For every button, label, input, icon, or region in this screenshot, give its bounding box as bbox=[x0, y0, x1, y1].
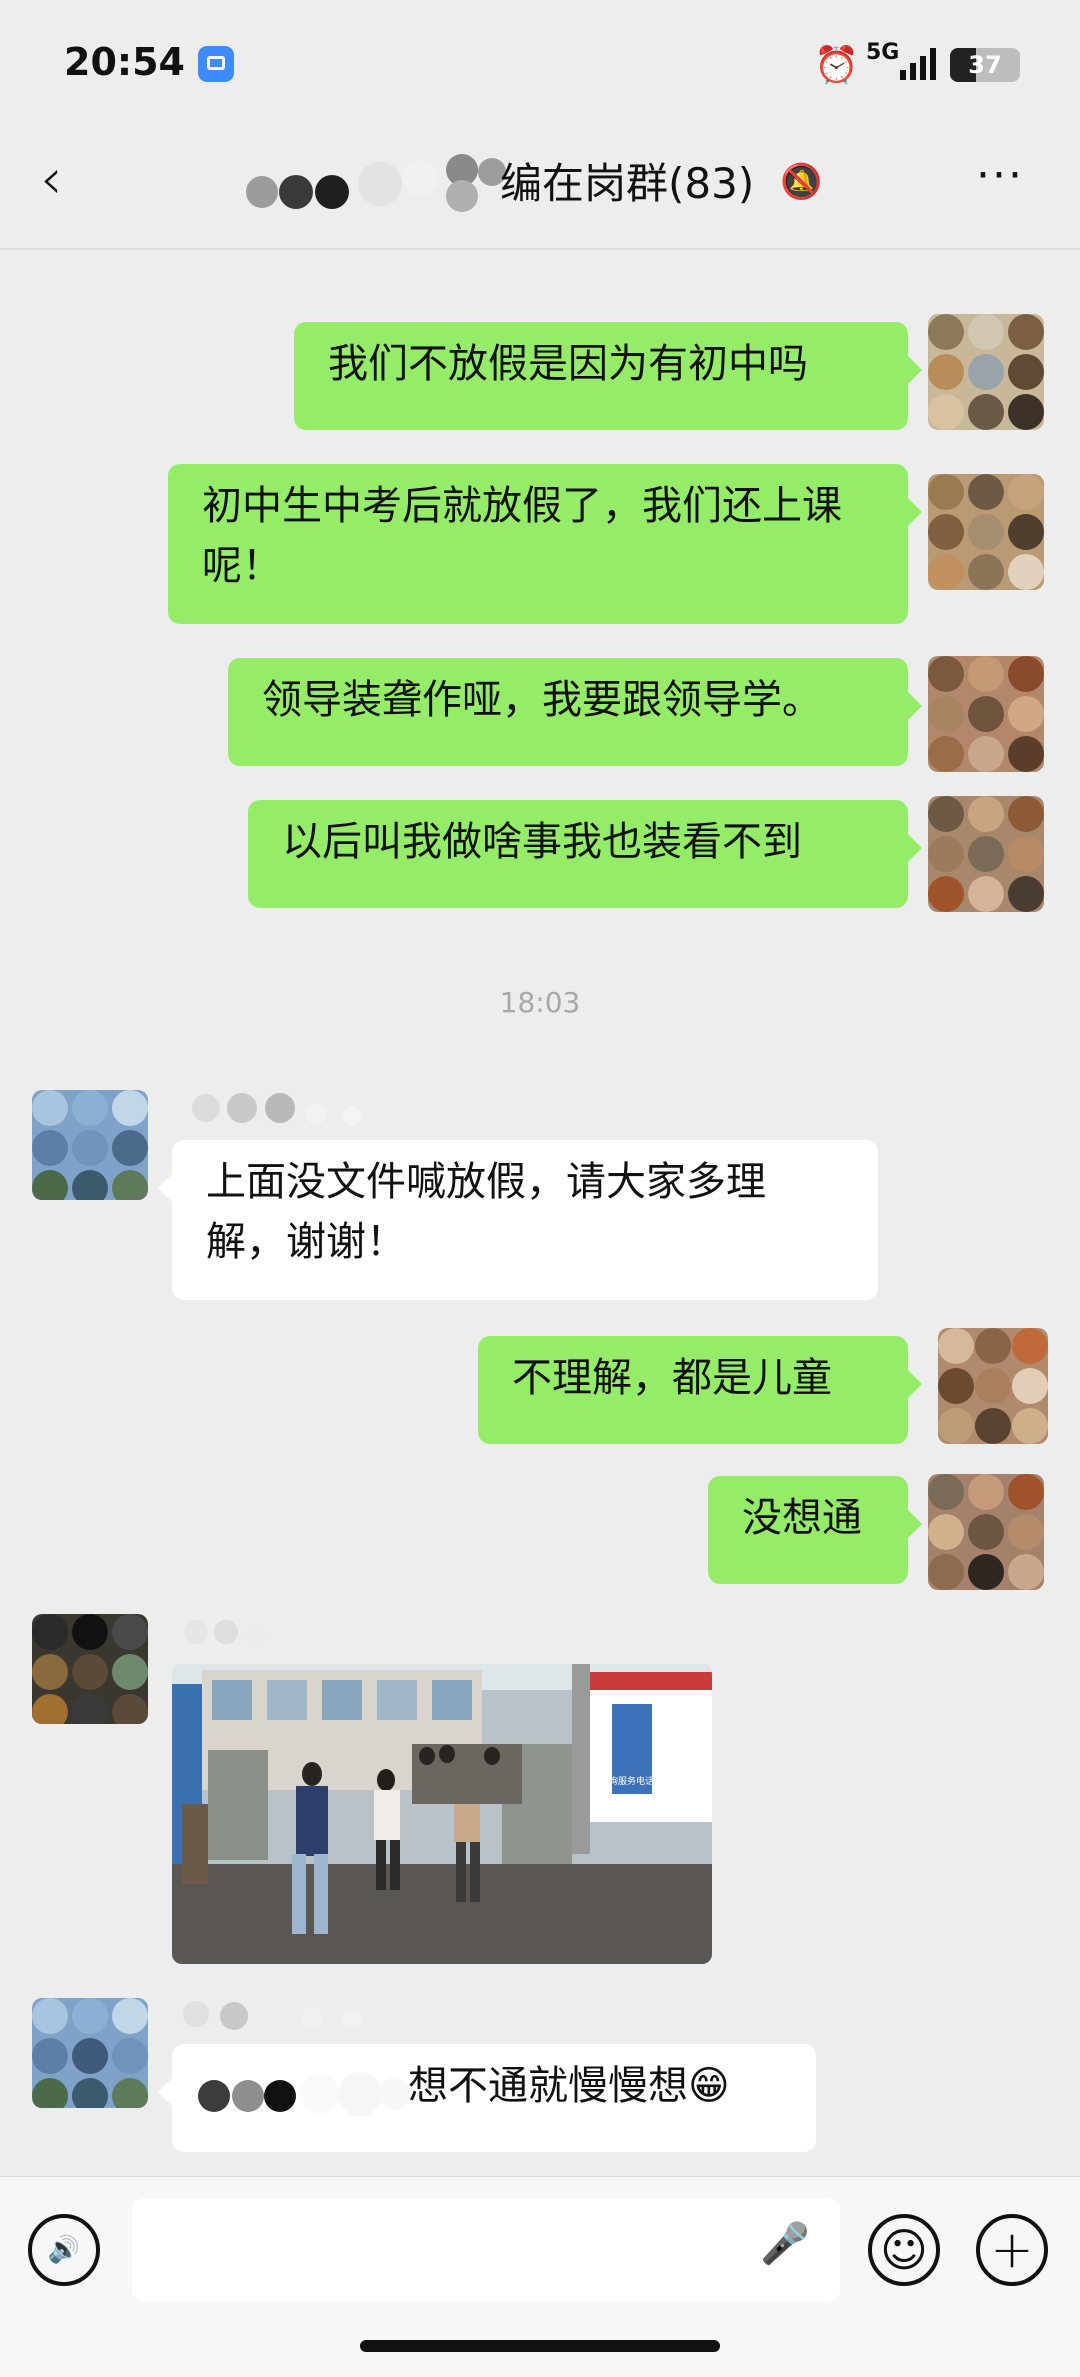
voice-icon: 🔊 bbox=[47, 2235, 81, 2265]
photo-sign-text: 咨询服务电话 bbox=[600, 1775, 654, 1787]
message-text: 上面没文件喊放假，请大家多理解，谢谢！ bbox=[206, 1159, 766, 1265]
my-avatar[interactable] bbox=[928, 474, 1044, 590]
mic-icon[interactable]: 🎤 bbox=[760, 2220, 810, 2267]
app-notification-icon bbox=[198, 46, 234, 82]
message-bubble-outgoing[interactable]: 领导装聋作哑，我要跟领导学。 bbox=[228, 658, 922, 766]
battery-level: 37 bbox=[968, 51, 1002, 79]
message-input[interactable] bbox=[132, 2198, 840, 2302]
message-bubble-incoming[interactable]: 想不通就慢慢想😁 bbox=[158, 2044, 816, 2152]
emoji-button[interactable]: ☺ bbox=[868, 2214, 940, 2286]
signal-icon bbox=[900, 48, 936, 80]
message-text: 想不通就慢慢想😁 bbox=[408, 2063, 730, 2109]
mute-icon: 🔕 bbox=[780, 162, 823, 202]
network-type: 5G bbox=[866, 40, 900, 65]
back-icon[interactable]: ‹ bbox=[40, 152, 62, 208]
redacted-sender-name bbox=[192, 1093, 361, 1125]
message-bubble-outgoing[interactable]: 以后叫我做啥事我也装看不到 bbox=[248, 800, 922, 908]
plus-icon: + bbox=[990, 2220, 1034, 2280]
message-text: 以后叫我做啥事我也装看不到 bbox=[282, 819, 802, 865]
message-bubble-outgoing[interactable]: 没想通 bbox=[708, 1476, 922, 1584]
message-text: 初中生中考后就放假了，我们还上课呢！ bbox=[202, 483, 842, 589]
redacted-sender-name bbox=[183, 2001, 362, 2030]
redacted-mention bbox=[198, 2072, 410, 2116]
message-bubble-outgoing[interactable]: 不理解，都是儿童 bbox=[478, 1336, 922, 1444]
message-text: 领导装聋作哑，我要跟领导学。 bbox=[262, 677, 822, 723]
home-indicator bbox=[360, 2340, 720, 2352]
status-time: 20:54 bbox=[64, 40, 185, 84]
shared-photo[interactable]: 咨询服务电话 bbox=[172, 1664, 712, 1964]
redacted-sender-name bbox=[184, 1620, 267, 1645]
redacted-group-name bbox=[246, 154, 506, 212]
more-actions-button[interactable]: + bbox=[976, 2214, 1048, 2286]
sender-avatar[interactable] bbox=[32, 1090, 148, 1200]
sender-avatar[interactable] bbox=[32, 1614, 148, 1724]
message-bubble-incoming[interactable]: 上面没文件喊放假，请大家多理解，谢谢！ bbox=[158, 1140, 878, 1300]
message-text: 我们不放假是因为有初中吗 bbox=[328, 341, 808, 387]
voice-mode-button[interactable]: 🔊 bbox=[28, 2214, 100, 2286]
battery-icon: 37 bbox=[950, 48, 1020, 82]
message-bubble-outgoing[interactable]: 我们不放假是因为有初中吗 bbox=[294, 322, 922, 430]
chat-title: 编在岗群(83) bbox=[500, 159, 755, 208]
message-text: 不理解，都是儿童 bbox=[512, 1355, 832, 1401]
my-avatar[interactable] bbox=[928, 796, 1044, 912]
my-avatar[interactable] bbox=[938, 1328, 1048, 1444]
alarm-icon: ⏰ bbox=[814, 45, 859, 86]
school-gate-image: 咨询服务电话 bbox=[172, 1664, 712, 1964]
chat-timestamp: 18:03 bbox=[499, 986, 581, 1019]
sender-avatar[interactable] bbox=[32, 1998, 148, 2108]
message-bubble-outgoing[interactable]: 初中生中考后就放假了，我们还上课呢！ bbox=[168, 464, 922, 624]
my-avatar[interactable] bbox=[928, 656, 1044, 772]
header-divider bbox=[0, 248, 1080, 250]
message-text: 没想通 bbox=[742, 1495, 862, 1541]
emoji-icon: ☺ bbox=[880, 2223, 928, 2277]
my-avatar[interactable] bbox=[928, 1474, 1044, 1590]
more-options-icon[interactable]: ··· bbox=[976, 150, 1024, 201]
my-avatar[interactable] bbox=[928, 314, 1044, 430]
